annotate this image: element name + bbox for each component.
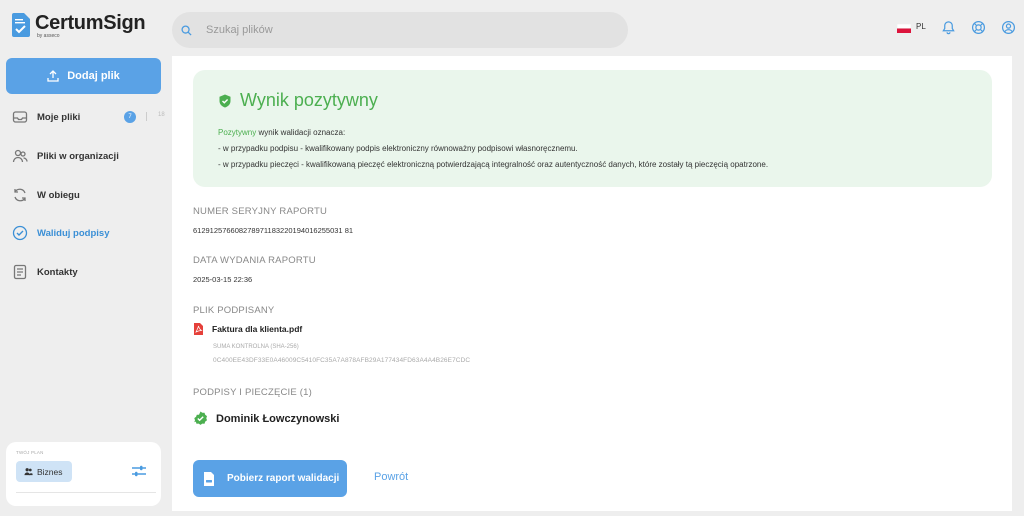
app-logo[interactable]: CertumSign by asseco (12, 12, 146, 39)
download-report-button[interactable]: Pobierz raport walidacji (193, 460, 347, 497)
signed-file-label: PLIK PODPISANY (193, 305, 275, 316)
sidebar-item-contacts[interactable]: Kontakty (12, 262, 162, 282)
app-name: CertumSign (35, 12, 146, 34)
pdf-file-icon (194, 323, 203, 335)
poland-flag-icon[interactable] (897, 24, 911, 33)
address-book-icon (13, 264, 27, 280)
sidebar-item-my-files[interactable]: Moje pliki 7 18 (12, 107, 165, 127)
download-report-label: Pobierz raport walidacji (227, 473, 340, 484)
group-icon (24, 468, 33, 476)
add-file-label: Dodaj plik (67, 70, 120, 82)
signer-name: Dominik Łowczynowski (216, 412, 340, 425)
sidebar-item-label: Moje pliki (37, 111, 81, 123)
inbox-icon (12, 111, 28, 123)
plan-label: TWÓJ PLAN (16, 450, 44, 455)
plan-name: Biznes (37, 466, 63, 477)
sidebar-item-label: W obiegu (37, 189, 80, 201)
serial-number-value: 612912576608278971183220194016255031 81 (193, 226, 354, 235)
document-download-icon (204, 471, 214, 486)
verified-shield-icon (219, 94, 231, 107)
document-check-icon (12, 13, 30, 37)
signer-row[interactable]: Dominik Łowczynowski (193, 411, 339, 426)
bell-icon[interactable] (941, 20, 956, 35)
serial-number-label: NUMER SERYJNY RAPORTU (193, 206, 328, 217)
sidebar-item-label: Pliki w organizacji (37, 150, 119, 162)
refresh-icon (14, 188, 26, 202)
result-line-signature: - w przypadku podpisu - kwalifikowany po… (218, 144, 578, 153)
checksum-label: SUMA KONTROLNA (SHA-256) (213, 344, 299, 350)
signed-file[interactable]: Faktura dla klienta.pdf (193, 323, 302, 335)
search-input[interactable]: Szukaj plików (206, 24, 273, 36)
divider (16, 492, 156, 493)
users-icon (12, 149, 28, 163)
user-avatar-icon[interactable] (1001, 20, 1016, 35)
badge-divider (146, 112, 147, 121)
plan-badge[interactable]: Biznes (16, 461, 72, 482)
signed-file-name: Faktura dla klienta.pdf (212, 324, 303, 334)
sidebar-item-in-circulation[interactable]: W obiegu (12, 185, 162, 205)
sliders-icon[interactable] (131, 464, 147, 478)
back-link[interactable]: Powrót (374, 471, 408, 483)
validation-result-box: Wynik pozytywny Pozytywny wynik walidacj… (193, 70, 992, 187)
plan-card: TWÓJ PLAN Biznes (6, 442, 161, 506)
checksum-value: 0C400EE43DF33E0A46009C5410FC35A7A878AFB2… (213, 357, 471, 364)
check-circle-icon (12, 225, 28, 241)
search-icon (181, 24, 192, 36)
verified-badge-icon (194, 411, 207, 425)
result-line-seal: - w przypadku pieczęci - kwalifikowaną p… (218, 160, 769, 169)
result-title: Wynik pozytywny (240, 90, 378, 110)
result-description: Pozytywny wynik walidacji oznacza: - w p… (218, 125, 768, 173)
result-heading: Wynik pozytywny (218, 90, 378, 111)
files-total: 18 (158, 112, 165, 118)
language-selector[interactable]: PL (916, 22, 926, 31)
files-count-badge: 7 (124, 111, 136, 123)
upload-icon (47, 70, 59, 82)
lifebuoy-icon[interactable] (971, 20, 986, 35)
sidebar-item-validate-signatures[interactable]: Waliduj podpisy (12, 223, 162, 243)
sidebar-item-label: Waliduj podpisy (37, 227, 110, 239)
sidebar-item-label: Kontakty (37, 266, 78, 278)
result-intro: wynik walidacji oznacza: (256, 128, 346, 137)
main-content: Wynik pozytywny Pozytywny wynik walidacj… (172, 56, 1012, 511)
add-file-button[interactable]: Dodaj plik (6, 58, 161, 94)
report-date-value: 2025-03-15 22:36 (193, 275, 253, 284)
report-date-label: DATA WYDANIA RAPORTU (193, 255, 316, 266)
search-bar[interactable]: Szukaj plików (172, 12, 628, 48)
signatures-label: PODPISY I PIECZĘCIE (1) (193, 387, 312, 398)
result-highlight: Pozytywny (218, 128, 257, 137)
sidebar-item-organization-files[interactable]: Pliki w organizacji (12, 146, 162, 166)
